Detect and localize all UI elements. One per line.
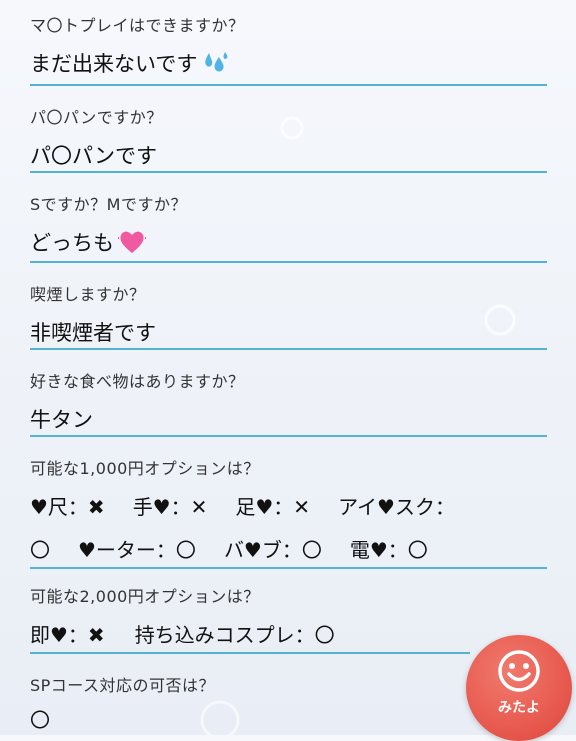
option-value: ♥尺：✖ bbox=[30, 495, 105, 519]
answer-text: 非喫煙者です bbox=[30, 317, 547, 347]
divider bbox=[30, 261, 547, 263]
question-label: 可能な1,000円オプションは？ bbox=[30, 459, 260, 478]
qa-item: 好きな食べ物はありますか？ 牛タン bbox=[30, 368, 547, 434]
question-label: 喫煙しますか？ bbox=[30, 285, 146, 304]
option-value: 持ち込みコスプレ：〇 bbox=[134, 623, 335, 647]
qa-item: 喫煙しますか？ 非喫煙者です bbox=[30, 281, 547, 347]
mitayo-button[interactable]: みたよ bbox=[466, 635, 572, 741]
divider bbox=[30, 348, 547, 350]
question-label: マ〇トプレイはできますか？ bbox=[30, 16, 245, 35]
smiley-face-icon bbox=[498, 650, 540, 692]
answer-value: どっちも bbox=[30, 231, 114, 255]
qa-item: Sですか？Mですか？ どっちも bbox=[30, 191, 547, 257]
question-label: 好きな食べ物はありますか？ bbox=[30, 372, 245, 391]
option-value: 電♥：〇 bbox=[349, 538, 428, 562]
answer-value: 非喫煙者です bbox=[30, 321, 156, 345]
answer-text: 牛タン bbox=[30, 404, 547, 434]
option-value: 即♥：✖ bbox=[30, 623, 105, 647]
question-label: パ〇パンですか？ bbox=[30, 108, 163, 127]
option-value: アイ♥スク： bbox=[338, 495, 455, 519]
answer-value: パ〇パンです bbox=[30, 144, 158, 168]
sweat-droplets-icon bbox=[205, 52, 228, 72]
option-value: ♥ーター：〇 bbox=[78, 538, 196, 562]
option-value: 手♥：✕ bbox=[132, 495, 208, 519]
divider bbox=[30, 84, 547, 86]
question-label: 可能な2,000円オプションは？ bbox=[30, 587, 260, 606]
answer-text: まだ出来ないです bbox=[30, 48, 547, 78]
option-value: バ♥ブ：〇 bbox=[223, 538, 322, 562]
question-label: Sですか？Mですか？ bbox=[30, 195, 187, 214]
qa-item-options-2000: 可能な2,000円オプションは？ 即♥：✖ 持ち込みコスプレ：〇 bbox=[30, 583, 547, 648]
options-line: 〇 ♥ーター：〇 バ♥ブ：〇 電♥：〇 bbox=[30, 534, 547, 563]
mitayo-label: みたよ bbox=[498, 700, 540, 716]
answer-text: パ〇パンです bbox=[30, 140, 547, 170]
heart-icon bbox=[118, 231, 146, 253]
option-value: 〇 bbox=[30, 538, 50, 562]
answer-value: 〇 bbox=[30, 708, 50, 732]
qa-item: パ〇パンですか？ パ〇パンです bbox=[30, 104, 547, 170]
divider bbox=[30, 652, 470, 654]
qa-item: マ〇トプレイはできますか？ まだ出来ないです bbox=[30, 12, 547, 78]
divider bbox=[30, 567, 547, 569]
answer-text: どっちも bbox=[30, 227, 547, 257]
divider bbox=[30, 171, 547, 173]
options-line: 即♥：✖ 持ち込みコスプレ：〇 bbox=[30, 619, 547, 648]
answer-value: まだ出来ないです bbox=[30, 52, 198, 76]
option-value: 足♥：✕ bbox=[235, 495, 311, 519]
divider bbox=[30, 435, 547, 437]
qa-item-options-1000: 可能な1,000円オプションは？ ♥尺：✖ 手♥：✕ 足♥：✕ アイ♥スク： 〇… bbox=[30, 455, 547, 563]
options-line: ♥尺：✖ 手♥：✕ 足♥：✕ アイ♥スク： bbox=[30, 491, 547, 520]
answer-value: 牛タン bbox=[30, 408, 93, 432]
